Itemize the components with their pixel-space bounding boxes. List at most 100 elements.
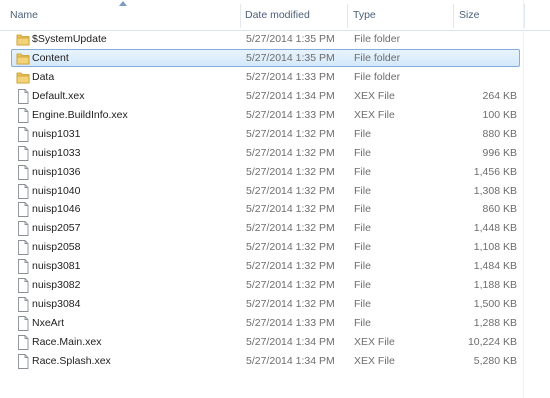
column-divider[interactable] (524, 4, 525, 28)
file-date-modified: 5/27/2014 1:32 PM (246, 298, 335, 311)
file-name: Race.Main.xex (32, 336, 102, 349)
file-size: 10,224 KB (467, 336, 517, 349)
file-size: 1,288 KB (473, 317, 517, 330)
file-row[interactable]: Engine.BuildInfo.xex 5/27/2014 1:33 PM XEX… (11, 106, 520, 124)
column-divider[interactable] (240, 4, 241, 28)
file-name: nuisp1040 (32, 184, 81, 197)
column-divider[interactable] (453, 4, 454, 28)
file-type: File (354, 317, 371, 330)
file-name: nuisp2057 (32, 222, 81, 235)
file-size: 1,456 KB (473, 165, 517, 178)
folder-icon (16, 51, 30, 66)
file-name: nuisp1033 (32, 146, 81, 159)
column-header-bar: Name Date modified Type Size (0, 0, 550, 31)
file-name: Race.Splash.xex (32, 354, 111, 367)
file-size: 880 KB (482, 127, 517, 140)
file-row[interactable]: nuisp3082 5/27/2014 1:32 PM File 1,188 KB (11, 276, 520, 294)
file-type: File folder (354, 70, 401, 83)
file-name: Engine.BuildInfo.xex (32, 108, 128, 121)
file-row[interactable]: nuisp2057 5/27/2014 1:32 PM File 1,448 KB (11, 219, 520, 237)
file-name: nuisp2058 (32, 241, 81, 254)
file-type: File (354, 184, 371, 197)
file-icon (16, 145, 30, 161)
file-date-modified: 5/27/2014 1:32 PM (246, 222, 335, 235)
file-icon (16, 297, 30, 313)
file-type: File (354, 241, 371, 254)
file-row[interactable]: nuisp3084 5/27/2014 1:32 PM File 1,500 KB (11, 295, 520, 313)
file-icon (16, 240, 30, 256)
file-type: File (354, 298, 371, 311)
file-name: nuisp1036 (32, 165, 81, 178)
file-icon (16, 164, 30, 180)
column-divider[interactable] (347, 4, 348, 28)
file-row[interactable]: NxeArt 5/27/2014 1:33 PM File 1,288 KB (11, 314, 520, 332)
file-name: nuisp3081 (32, 260, 81, 273)
file-date-modified: 5/27/2014 1:32 PM (246, 241, 335, 254)
file-type: File (354, 165, 371, 178)
file-size: 1,308 KB (473, 184, 517, 197)
file-date-modified: 5/27/2014 1:32 PM (246, 279, 335, 292)
file-type: File (354, 146, 371, 159)
file-name: nuisp1031 (32, 127, 81, 140)
file-date-modified: 5/27/2014 1:32 PM (246, 127, 335, 140)
file-name: nuisp3084 (32, 298, 81, 311)
file-type: XEX File (354, 108, 395, 121)
file-type: File (354, 222, 371, 235)
file-type: XEX File (354, 89, 395, 102)
file-type: File folder (354, 51, 401, 64)
file-row[interactable]: Race.Splash.xex 5/27/2014 1:34 PM XEX File… (11, 352, 520, 370)
file-type: File (354, 260, 371, 273)
file-type: XEX File (354, 354, 395, 367)
column-divider-line (523, 0, 524, 398)
file-icon (16, 259, 30, 275)
file-row[interactable]: nuisp3081 5/27/2014 1:32 PM File 1,484 KB (11, 257, 520, 275)
file-date-modified: 5/27/2014 1:34 PM (246, 89, 335, 102)
file-size: 5,280 KB (473, 354, 517, 367)
file-icon (16, 126, 30, 142)
file-date-modified: 5/27/2014 1:32 PM (246, 203, 335, 216)
file-icon (16, 354, 30, 369)
file-name: NxeArt (32, 317, 65, 330)
file-icon (16, 316, 30, 332)
file-row[interactable]: nuisp1031 5/27/2014 1:32 PM File 880 KB (11, 125, 520, 143)
file-date-modified: 5/27/2014 1:32 PM (246, 146, 335, 159)
sort-ascending-icon (119, 1, 127, 6)
file-row[interactable]: Content 5/27/2014 1:35 PM File folder (11, 48, 520, 67)
column-header-date-modified[interactable]: Date modified (245, 9, 310, 21)
folder-icon (16, 32, 30, 47)
file-name: nuisp3082 (32, 279, 81, 292)
file-row[interactable]: Default.xex 5/27/2014 1:34 PM XEX File 264 … (11, 87, 520, 105)
file-date-modified: 5/27/2014 1:32 PM (246, 260, 335, 273)
file-type: XEX File (354, 336, 395, 349)
column-header-name[interactable]: Name (10, 9, 38, 21)
file-size: 264 KB (482, 89, 517, 102)
file-date-modified: 5/27/2014 1:34 PM (246, 336, 335, 349)
file-name: Content (32, 51, 69, 64)
file-size: 100 KB (482, 108, 517, 121)
file-type: File (354, 127, 371, 140)
file-row[interactable]: nuisp1046 5/27/2014 1:32 PM File 860 KB (11, 200, 520, 218)
file-name: Default.xex (32, 89, 85, 102)
folder-icon (16, 70, 30, 85)
file-type: File folder (354, 33, 401, 45)
file-icon (16, 335, 30, 350)
file-row[interactable]: Data 5/27/2014 1:33 PM File folder (11, 68, 520, 86)
file-date-modified: 5/27/2014 1:32 PM (246, 184, 335, 197)
file-size: 860 KB (482, 203, 517, 216)
column-header-type[interactable]: Type (353, 9, 376, 21)
file-name: $SystemUpdate (32, 33, 107, 45)
file-row[interactable]: nuisp1040 5/27/2014 1:32 PM File 1,308 KB (11, 182, 520, 200)
file-type: File (354, 203, 371, 216)
file-row[interactable]: nuisp1033 5/27/2014 1:32 PM File 996 KB (11, 144, 520, 162)
file-row[interactable]: nuisp2058 5/27/2014 1:32 PM File 1,108 KB (11, 238, 520, 256)
file-row[interactable]: Race.Main.xex 5/27/2014 1:34 PM XEX File 10… (11, 333, 520, 351)
file-size: 1,500 KB (473, 298, 517, 311)
column-header-size[interactable]: Size (459, 9, 479, 21)
file-size: 1,188 KB (473, 279, 517, 292)
file-row[interactable]: nuisp1036 5/27/2014 1:32 PM File 1,456 KB (11, 163, 520, 181)
file-name: nuisp1046 (32, 203, 81, 216)
file-date-modified: 5/27/2014 1:33 PM (246, 70, 335, 83)
file-icon (16, 221, 30, 237)
file-icon (16, 202, 30, 218)
file-row[interactable]: $SystemUpdate 5/27/2014 1:35 PM File folde… (11, 30, 520, 48)
